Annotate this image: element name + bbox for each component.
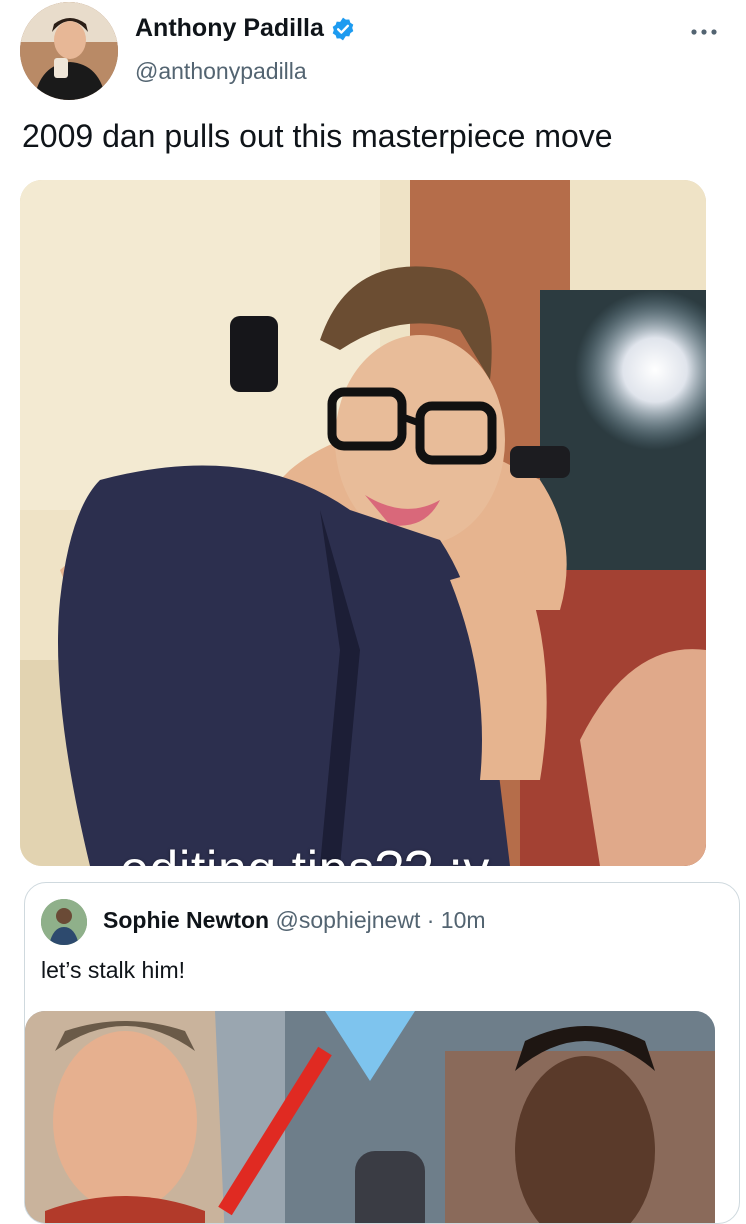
quoted-author-avatar[interactable] — [41, 899, 87, 945]
quoted-author-handle[interactable]: @sophiejnewt — [276, 907, 421, 933]
separator-dot: · — [426, 907, 435, 933]
verified-badge-icon — [330, 16, 356, 42]
image-caption-overlay: editing tips?? :v — [120, 840, 490, 866]
author-avatar[interactable] — [20, 2, 118, 100]
quoted-tweet[interactable]: Sophie Newton @sophiejnewt · 10m let’s s… — [24, 882, 740, 1224]
quoted-tweet-text: let’s stalk him! — [41, 957, 186, 983]
author-name-row: Anthony Padilla — [135, 14, 356, 43]
quoted-tweet-image[interactable] — [25, 1011, 715, 1223]
quoted-tweet-header: Sophie Newton @sophiejnewt · 10m — [103, 907, 486, 934]
tweet-text: 2009 dan pulls out this masterpiece move — [22, 118, 613, 154]
quoted-author-name[interactable]: Sophie Newton — [103, 907, 269, 933]
author-display-name[interactable]: Anthony Padilla — [135, 14, 324, 43]
quoted-tweet-timestamp[interactable]: 10m — [441, 907, 486, 933]
author-handle[interactable]: @anthonypadilla — [135, 58, 307, 85]
tweet-image[interactable]: editing tips?? :v — [20, 180, 706, 866]
more-options-icon[interactable] — [688, 20, 720, 44]
